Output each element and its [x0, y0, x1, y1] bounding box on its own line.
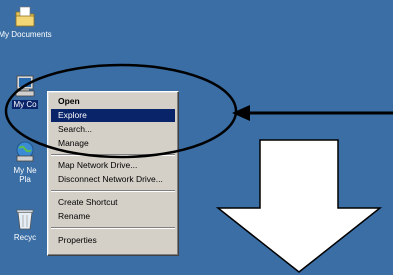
menu-item-disconnect-network-drive[interactable]: Disconnect Network Drive...: [51, 173, 175, 186]
desktop-icon-label-line2: Pla: [19, 175, 31, 184]
pointer-arrowhead: [232, 105, 250, 121]
desktop-icon-my-network-places[interactable]: My Ne Pla: [0, 140, 50, 184]
down-arrow: [215, 139, 383, 273]
menu-separator: [51, 227, 175, 229]
menu-item-create-shortcut[interactable]: Create Shortcut: [51, 196, 175, 209]
folder-documents-icon: [15, 6, 35, 27]
desktop-icon-label: My Co: [12, 100, 38, 109]
menu-item-map-network-drive[interactable]: Map Network Drive...: [51, 159, 175, 172]
recycle-bin-icon: [16, 209, 34, 230]
desktop-icon-my-documents[interactable]: My Documents: [0, 4, 52, 39]
desktop-icon-label: My Documents: [0, 30, 52, 39]
menu-separator: [51, 154, 175, 156]
menu-item-properties[interactable]: Properties: [51, 234, 175, 247]
menu-item-manage[interactable]: Manage: [51, 137, 175, 150]
context-menu: Open Explore Search... Manage Map Networ…: [47, 91, 179, 256]
desktop-icon-recycle-bin[interactable]: Recyc: [0, 207, 50, 242]
menu-separator: [51, 190, 175, 192]
network-places-icon: [16, 141, 34, 162]
selected-label: My Co: [12, 100, 38, 109]
menu-item-explore[interactable]: Explore: [51, 109, 175, 122]
desktop-icon-label: My Ne: [13, 166, 37, 175]
menu-item-rename[interactable]: Rename: [51, 210, 175, 223]
desktop-icon-my-computer[interactable]: My Co: [0, 74, 50, 109]
computer-icon: [15, 75, 35, 97]
desktop-icon-label: Recyc: [13, 233, 37, 242]
menu-item-search[interactable]: Search...: [51, 123, 175, 136]
menu-item-open[interactable]: Open: [51, 95, 175, 108]
